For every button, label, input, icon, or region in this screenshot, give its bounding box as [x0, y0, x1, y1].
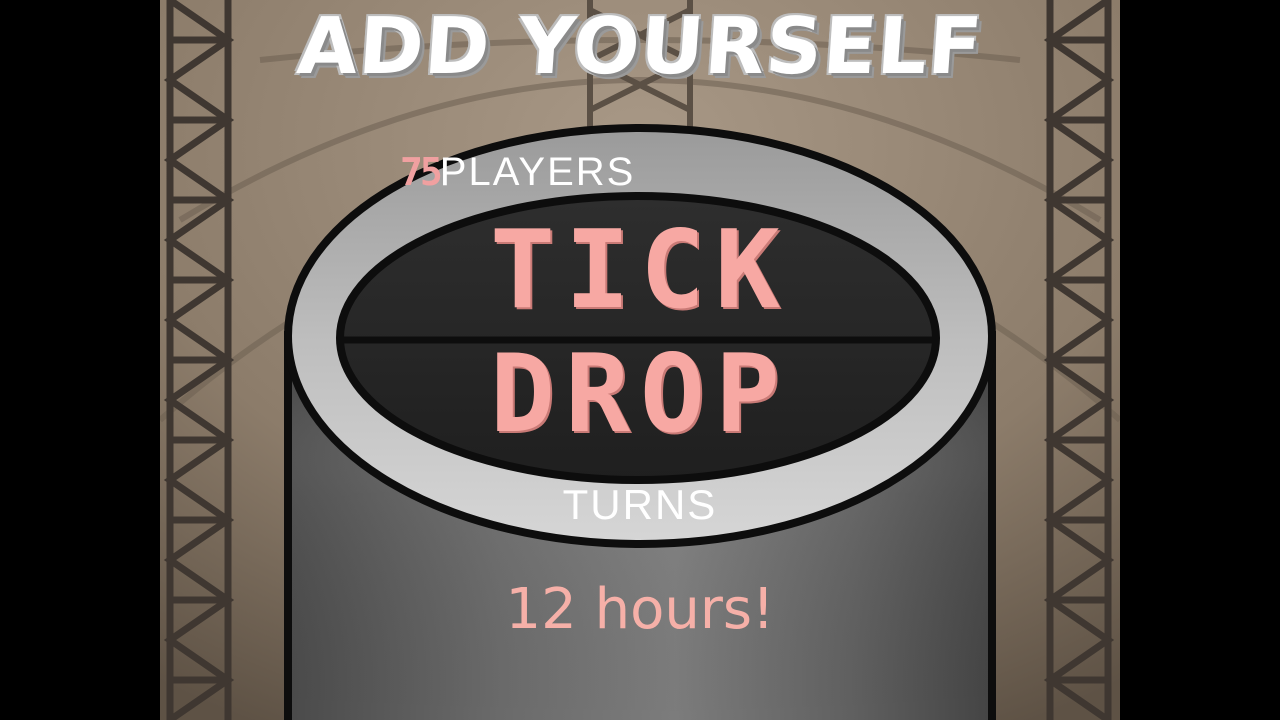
turn-duration-text: 12 hours! — [505, 577, 775, 642]
players-counter: 75PLAYERS — [400, 150, 800, 202]
logo-line-drop: DROP — [489, 332, 791, 457]
players-label: PLAYERS — [439, 150, 636, 194]
players-count-value: 75 — [400, 150, 443, 194]
game-viewport: ADD YOURSELF 75PLAYERS TICK DROP TURNS 1… — [160, 0, 1120, 720]
add-yourself-title: ADD YOURSELF — [294, 2, 986, 92]
turns-label: TURNS — [562, 481, 718, 528]
game-screen: ADD YOURSELF 75PLAYERS TICK DROP TURNS 1… — [0, 0, 1280, 720]
logo-line-tick: TICK — [489, 208, 791, 333]
